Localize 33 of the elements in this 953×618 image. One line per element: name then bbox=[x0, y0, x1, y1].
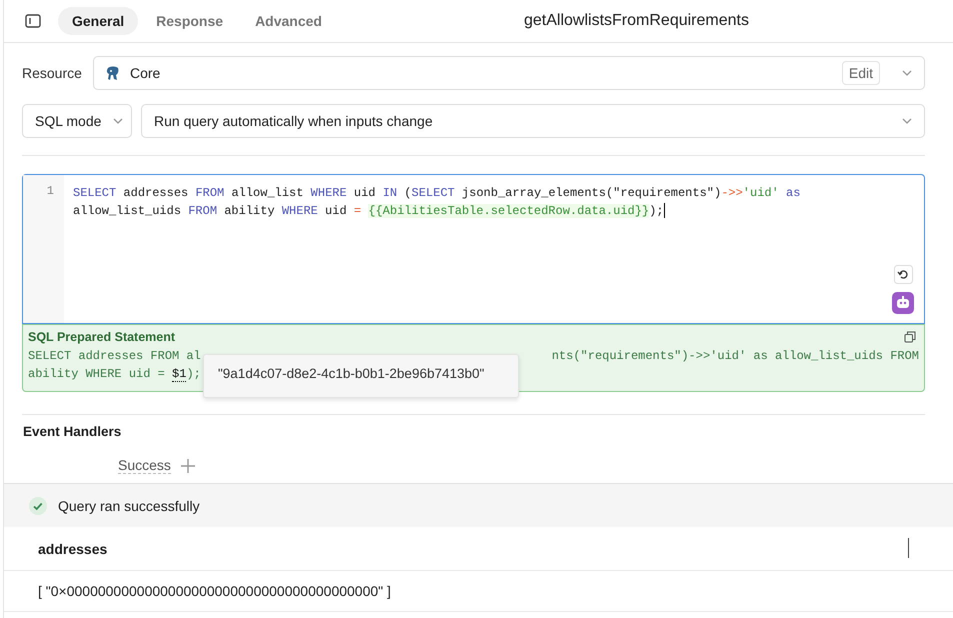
query-title: getAllowlistsFromRequirements bbox=[524, 12, 749, 30]
resource-select[interactable]: Core Edit bbox=[93, 56, 925, 90]
tab[interactable]: General bbox=[58, 7, 138, 35]
code-line: SELECT addresses FROM allow_list WHERE uid IN (SELECT jsonb_array_elements("requirements")->>'uid' as bbox=[73, 185, 800, 202]
line-number: 1 bbox=[23, 175, 64, 323]
trigger-select[interactable]: Run query automatically when inputs change bbox=[141, 104, 925, 138]
sql-text: ability WHERE uid = $1); bbox=[28, 366, 201, 383]
tab[interactable]: Advanced bbox=[241, 7, 336, 35]
plus-icon[interactable] bbox=[180, 458, 195, 472]
section-title: Event Handlers bbox=[23, 424, 122, 439]
copy-icon[interactable] bbox=[904, 331, 916, 343]
code-line: allow_list_uids FROM ability WHERE uid = {{AbilitiesTable.selectedRow.data.uid}}); bbox=[73, 202, 666, 220]
sql-text: SELECT addresses FROM al bbox=[28, 348, 201, 365]
value-tooltip: "9a1d4c07-d8e2-4c1b-b0b1-2be96b7413b0" bbox=[203, 354, 519, 398]
code-editor[interactable]: 1 SELECT addresses FROM allow_list WHERE uid IN (SELECT jsonb_array_elements("requirements")->>'uid' as allow_list_uids FROM ability WHERE uid = {{AbilitiesTable.selectedRow.data.uid}}); bbox=[22, 174, 925, 324]
table-cell: [ "0×0000000000000000000000000000000000000000" ] bbox=[38, 583, 391, 599]
mode-select[interactable]: SQL mode bbox=[22, 104, 132, 138]
resource-label: Resource bbox=[22, 65, 83, 81]
database-icon bbox=[106, 66, 120, 80]
chevron-down-icon bbox=[113, 118, 123, 124]
chevron-down-icon bbox=[902, 118, 912, 124]
refresh-icon[interactable] bbox=[894, 265, 912, 284]
status-message: Query ran successfully bbox=[58, 498, 200, 514]
check-icon bbox=[29, 496, 47, 514]
column-header[interactable]: addresses bbox=[38, 540, 108, 556]
event-label: Success bbox=[118, 457, 171, 474]
sql-text: nts("requirements")->>'uid' as allow_list_uids FROM bbox=[552, 348, 919, 365]
edit-button[interactable]: Edit bbox=[842, 61, 880, 85]
panel-title: SQL Prepared Statement bbox=[28, 330, 176, 344]
robot-icon[interactable] bbox=[892, 292, 914, 314]
tab[interactable]: Response bbox=[142, 7, 238, 35]
chevron-down-icon bbox=[902, 70, 912, 76]
sidebar-toggle-icon[interactable] bbox=[25, 14, 41, 28]
